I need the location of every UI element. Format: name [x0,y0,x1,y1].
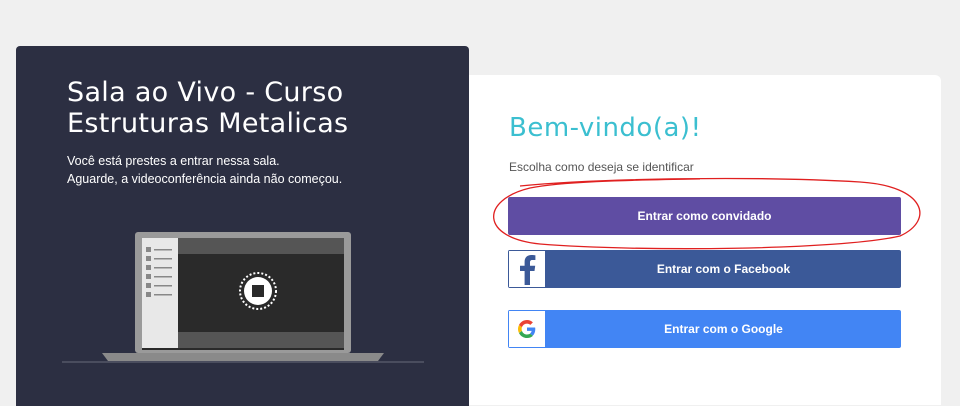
room-description: Você está prestes a entrar nessa sala. A… [67,152,427,188]
google-login-label: Entrar com o Google [664,322,783,336]
login-panel: Bem-vindo(a)! Escolha como deseja se ide… [469,75,941,405]
identify-subtitle: Escolha como deseja se identificar [509,160,694,174]
room-description-line-2: Aguarde, a videoconferência ainda não co… [67,172,343,186]
room-title: Sala ao Vivo - Curso Estruturas Metalica… [67,77,349,139]
room-info-panel: Sala ao Vivo - Curso Estruturas Metalica… [16,46,469,406]
welcome-heading: Bem-vindo(a)! [509,113,702,143]
guest-login-button[interactable]: Entrar como convidado [508,197,901,235]
facebook-login-label: Entrar com o Facebook [656,262,791,276]
google-icon [508,310,546,348]
facebook-login-button[interactable]: Entrar com o Facebook [508,250,901,288]
room-description-line-1: Você está prestes a entrar nessa sala. [67,154,280,168]
guest-login-label: Entrar como convidado [637,209,772,223]
google-login-button[interactable]: Entrar com o Google [508,310,901,348]
laptop-illustration [62,232,424,363]
facebook-icon [508,250,546,288]
